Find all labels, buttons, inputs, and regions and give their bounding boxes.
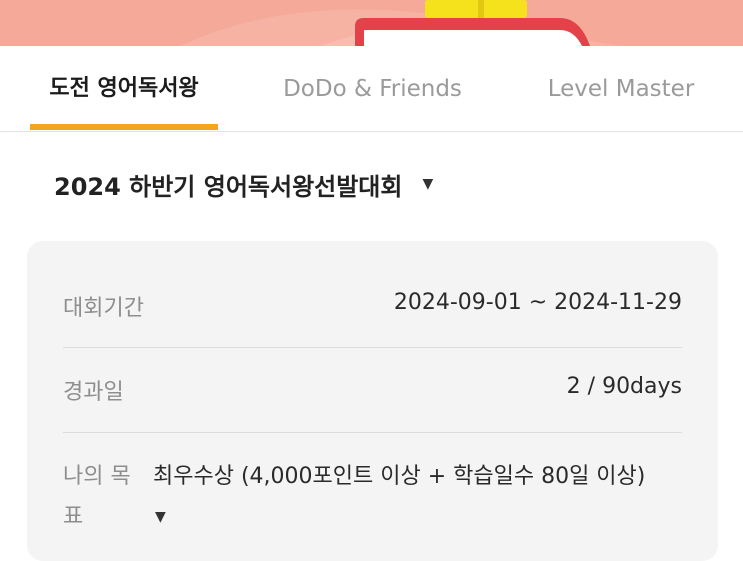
chevron-down-icon: ▼ [422, 176, 434, 192]
period-label: 대회기간 [63, 296, 144, 321]
elapsed-days-value: 2 / 90days [566, 374, 682, 399]
period-value: 2024-09-01 ~ 2024-11-29 [393, 290, 682, 315]
active-tab-indicator [30, 124, 218, 130]
tab-english-reading-king[interactable]: 도전 영어독서왕 [30, 46, 218, 132]
elapsed-days-label: 경과일 [63, 380, 124, 405]
my-goal-value: 최우수상 (4,000포인트 이상 + 학습일수 80일 이상) [153, 464, 646, 489]
my-goal-row: 나의 목표 최우수상 (4,000포인트 이상 + 학습일수 80일 이상) ▼ [63, 432, 682, 542]
contest-info-card: 대회기간 2024-09-01 ~ 2024-11-29 경과일 2 / 90d… [27, 241, 718, 561]
goal-dropdown[interactable]: 최우수상 (4,000포인트 이상 + 학습일수 80일 이상) ▼ [153, 457, 683, 537]
tab-dodo-and-friends[interactable]: DoDo & Friends [270, 46, 475, 132]
chevron-down-icon: ▼ [155, 509, 166, 525]
period-row: 대회기간 2024-09-01 ~ 2024-11-29 [63, 281, 682, 348]
contest-dropdown[interactable]: 2024 하반기 영어독서왕선발대회 ▼ [54, 160, 433, 208]
my-goal-label: 나의 목표 [63, 464, 131, 529]
tab-bar: 도전 영어독서왕 DoDo & Friends Level Master [0, 46, 743, 132]
top-banner [0, 0, 743, 46]
tab-level-master[interactable]: Level Master [535, 46, 707, 132]
banner-illustration [180, 0, 620, 46]
elapsed-days-row: 경과일 2 / 90days [63, 348, 682, 433]
contest-title: 2024 하반기 영어독서왕선발대회 [54, 172, 403, 201]
